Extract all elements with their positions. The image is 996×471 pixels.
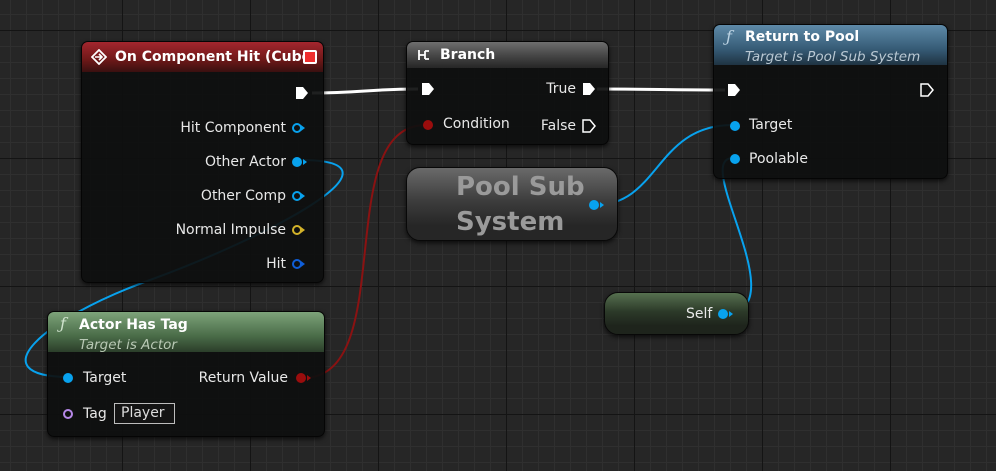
function-node-return-to-pool[interactable]: ƒ Return to Pool Target is Pool Sub Syst… (713, 24, 948, 179)
node-title: Return to Pool (745, 29, 860, 45)
pin-target[interactable] (730, 121, 740, 131)
exec-false-pin[interactable] (582, 119, 596, 133)
node-title: Actor Has Tag (79, 317, 188, 333)
pool-subsystem-label-line2: System (456, 207, 565, 237)
pin-label-condition: Condition (443, 116, 510, 132)
function-f-icon: ƒ (726, 27, 732, 46)
pin-poolable[interactable] (730, 154, 740, 164)
pin-target[interactable] (63, 373, 73, 383)
pin-label-tag: Tag (83, 406, 107, 422)
event-node-on-component-hit[interactable]: On Component Hit (Cube) Hit Component Ot… (81, 41, 324, 283)
pin-label-true: True (546, 81, 576, 97)
node-header (407, 42, 608, 68)
pin-label-hit: Hit (266, 256, 286, 272)
exec-in-pin[interactable] (421, 82, 435, 96)
exec-wire-true-to-return (596, 87, 726, 92)
function-f-icon: ƒ (60, 314, 66, 333)
exec-in-pin[interactable] (727, 83, 741, 97)
exec-true-pin[interactable] (582, 82, 596, 96)
pin-label-return-value: Return Value (198, 370, 288, 386)
self-reference-node[interactable]: Self (604, 292, 749, 335)
pin-label-target: Target (83, 370, 127, 386)
node-title: Branch (440, 47, 496, 63)
event-diamond-icon (91, 49, 107, 65)
pin-hit[interactable] (292, 259, 305, 269)
pin-other-comp[interactable] (292, 191, 305, 201)
pin-label-false: False (540, 118, 576, 134)
pool-subsystem-getter-node[interactable]: Pool Sub System (406, 167, 618, 241)
pin-normal-impulse[interactable] (292, 225, 305, 235)
exec-out-pin[interactable] (920, 83, 934, 97)
node-title: On Component Hit (Cube) (115, 49, 318, 65)
pin-label-normal-impulse: Normal Impulse (175, 222, 286, 238)
pin-hit-component[interactable] (292, 123, 305, 133)
pin-self-out[interactable] (718, 309, 733, 319)
pin-condition[interactable] (423, 120, 433, 130)
pin-pool-subsystem-out[interactable] (589, 200, 604, 210)
pin-label-other-comp: Other Comp (200, 188, 286, 204)
pin-other-actor[interactable] (292, 157, 307, 167)
pin-label-target: Target (749, 117, 793, 133)
branch-node[interactable]: Branch True Condition False (406, 41, 609, 145)
pin-tag[interactable] (63, 409, 73, 419)
pin-label-other-actor: Other Actor (204, 154, 286, 170)
pool-subsystem-label-line1: Pool Sub (456, 172, 585, 202)
pin-return-value[interactable] (296, 373, 311, 383)
delegate-square-icon[interactable] (303, 50, 317, 64)
exec-wire-event-to-branch (311, 87, 419, 95)
node-subtitle: Target is Pool Sub System (745, 49, 921, 65)
pin-label-poolable: Poolable (749, 151, 808, 167)
exec-out-pin[interactable] (295, 86, 309, 100)
branch-icon (418, 50, 429, 60)
function-node-actor-has-tag[interactable]: ƒ Actor Has Tag Target is Actor Target R… (47, 311, 325, 437)
pin-label-hit-component: Hit Component (180, 120, 286, 136)
pool-subsystem-label: Pool Sub System (456, 170, 585, 240)
node-subtitle: Target is Actor (79, 337, 177, 353)
object-wire-self-to-poolable (721, 157, 753, 315)
self-label: Self (686, 306, 713, 322)
tag-value-input[interactable]: Player (114, 403, 175, 424)
